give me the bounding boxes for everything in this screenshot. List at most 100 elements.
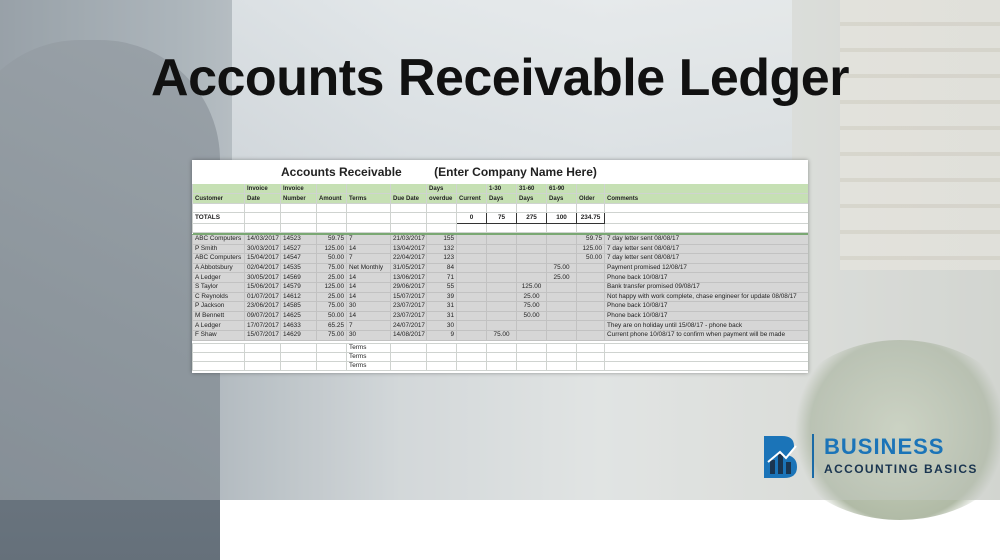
cell-1-30 bbox=[486, 320, 518, 331]
business-accounting-basics-logo: BUSINESS ACCOUNTING BASICS bbox=[760, 428, 996, 488]
cell-comments: Current phone 10/08/17 to confirm when p… bbox=[604, 329, 808, 341]
cell-invoice-date: 30/03/2017 bbox=[244, 243, 281, 255]
cell-1-30 bbox=[486, 301, 518, 312]
cell-1-30 bbox=[486, 310, 518, 322]
cell-invoice-date: 15/06/2017 bbox=[244, 281, 281, 293]
col-due-date: Due Date bbox=[389, 193, 428, 204]
cell-current bbox=[456, 272, 488, 283]
cell-1-30 bbox=[486, 234, 518, 245]
cell-customer: ABC Computers bbox=[192, 253, 245, 264]
cell-61-90 bbox=[546, 301, 578, 312]
cell-customer: P Smith bbox=[192, 243, 245, 255]
col-older: Older bbox=[576, 193, 606, 204]
cell-due-date: 13/04/2017 bbox=[389, 243, 428, 255]
cell-days-overdue: 123 bbox=[426, 253, 458, 264]
cell-invoice-date: 09/07/2017 bbox=[244, 310, 281, 322]
cell-due-date: 21/03/2017 bbox=[389, 234, 428, 245]
cell-terms: 7 bbox=[346, 253, 391, 264]
col-31-60: Days bbox=[516, 193, 548, 204]
table-row: P Smith 30/03/2017 14527 125.00 14 13/04/2017… bbox=[192, 243, 808, 255]
cell-invoice-date: 15/04/2017 bbox=[244, 253, 281, 264]
cell-days-overdue: 39 bbox=[426, 291, 458, 303]
cell-61-90 bbox=[546, 310, 578, 322]
cell-customer: A Abbotsbury bbox=[192, 262, 245, 274]
col-invoice-date: Date bbox=[244, 193, 281, 204]
cell-61-90 bbox=[546, 329, 578, 341]
table-row: F Shaw 15/07/2017 14629 75.00 30 14/08/2017 9 7… bbox=[192, 329, 808, 341]
header-row-1: Invoice Invoice Days 1-30 31-60 61-90 bbox=[192, 183, 808, 194]
cell-older bbox=[576, 281, 606, 293]
cell-1-30 bbox=[486, 243, 518, 255]
cell-amount: 65.25 bbox=[316, 320, 347, 331]
cell-61-90 bbox=[546, 281, 578, 293]
cell-terms: 7 bbox=[346, 320, 391, 331]
company-name: (Enter Company Name Here) bbox=[426, 160, 606, 184]
cell-current bbox=[456, 320, 488, 331]
total-61-90: 100 bbox=[546, 212, 578, 224]
cell-comments: Payment promised 12/08/17 bbox=[604, 262, 808, 274]
cell-current bbox=[456, 253, 488, 264]
cell-days-overdue: 132 bbox=[426, 243, 458, 255]
cell-current bbox=[456, 281, 488, 293]
table-row: ABC Computers 14/03/2017 14523 59.75 7 21/03/… bbox=[192, 234, 808, 245]
cell-invoice-number: 14612 bbox=[280, 291, 317, 303]
cell-due-date: 14/08/2017 bbox=[389, 329, 428, 341]
cell-days-overdue: 155 bbox=[426, 234, 458, 245]
cell-1-30 bbox=[486, 281, 518, 293]
col-days-overdue: overdue bbox=[426, 193, 458, 204]
cell-comments: Not happy with work complete, chase engi… bbox=[604, 291, 808, 303]
cell-invoice-date: 30/05/2017 bbox=[244, 272, 281, 283]
table-row: C Reynolds 01/07/2017 14612 25.00 14 15/07/20… bbox=[192, 291, 808, 303]
table-row: A Ledger 17/07/2017 14633 65.25 7 24/07/2017 3… bbox=[192, 320, 808, 331]
total-current: 0 bbox=[456, 212, 488, 224]
cell-31-60: 125.00 bbox=[516, 281, 548, 293]
cell-due-date: 22/04/2017 bbox=[389, 253, 428, 264]
cell-1-30 bbox=[486, 291, 518, 303]
cell-comments: Phone back 10/08/17 bbox=[604, 310, 808, 322]
cell-61-90 bbox=[546, 291, 578, 303]
cell-1-30: 75.00 bbox=[486, 329, 518, 341]
cell-days-overdue: 9 bbox=[426, 329, 458, 341]
cell-comments: Phone back 10/08/17 bbox=[604, 272, 808, 283]
cell-1-30 bbox=[486, 272, 518, 283]
table-row: ABC Computers 15/04/2017 14547 50.00 7 22/04/… bbox=[192, 253, 808, 264]
cell-customer: M Bennett bbox=[192, 310, 245, 322]
col-61-90: Days bbox=[546, 193, 578, 204]
cell-older: 50.00 bbox=[576, 253, 606, 264]
col-invoice-number: Number bbox=[280, 193, 317, 204]
cell-1-30 bbox=[486, 262, 518, 274]
table-row: M Bennett 09/07/2017 14625 50.00 14 23/07/201… bbox=[192, 310, 808, 322]
cell-customer: P Jackson bbox=[192, 301, 245, 312]
cell-terms: 14 bbox=[346, 310, 391, 322]
cell-terms: 7 bbox=[346, 234, 391, 245]
cell-invoice-date: 01/07/2017 bbox=[244, 291, 281, 303]
terms-row: Terms bbox=[192, 351, 808, 362]
cell-invoice-number: 14585 bbox=[280, 301, 317, 312]
cell-comments: They are on holiday until 15/08/17 - pho… bbox=[604, 320, 808, 331]
col-amount: Amount bbox=[316, 193, 347, 204]
terms-row: Terms bbox=[192, 360, 808, 371]
cell-invoice-number: 14535 bbox=[280, 262, 317, 274]
cell-days-overdue: 71 bbox=[426, 272, 458, 283]
cell-invoice-number: 14625 bbox=[280, 310, 317, 322]
logo-mark-icon bbox=[764, 436, 797, 478]
cell-older: 59.75 bbox=[576, 234, 606, 245]
cell-customer: A Ledger bbox=[192, 272, 245, 283]
terms-cell: Terms bbox=[346, 342, 391, 353]
cell-61-90: 25.00 bbox=[546, 272, 578, 283]
cell-terms: 14 bbox=[346, 281, 391, 293]
col-current: Current bbox=[456, 193, 488, 204]
cell-1-30 bbox=[486, 253, 518, 264]
cell-invoice-number: 14569 bbox=[280, 272, 317, 283]
cell-days-overdue: 30 bbox=[426, 320, 458, 331]
total-31-60: 275 bbox=[516, 212, 548, 224]
table-row: S Taylor 15/06/2017 14579 125.00 14 29/06/201… bbox=[192, 281, 808, 293]
cell-older bbox=[576, 329, 606, 341]
totals-row: TOTALS 0 75 275 100 234.75 bbox=[192, 212, 808, 224]
cell-customer: S Taylor bbox=[192, 281, 245, 293]
cell-31-60 bbox=[516, 262, 548, 274]
cell-61-90 bbox=[546, 253, 578, 264]
cell-invoice-date: 14/03/2017 bbox=[244, 234, 281, 245]
page-title: Accounts Receivable Ledger bbox=[151, 49, 849, 107]
cell-amount: 75.00 bbox=[316, 262, 347, 274]
